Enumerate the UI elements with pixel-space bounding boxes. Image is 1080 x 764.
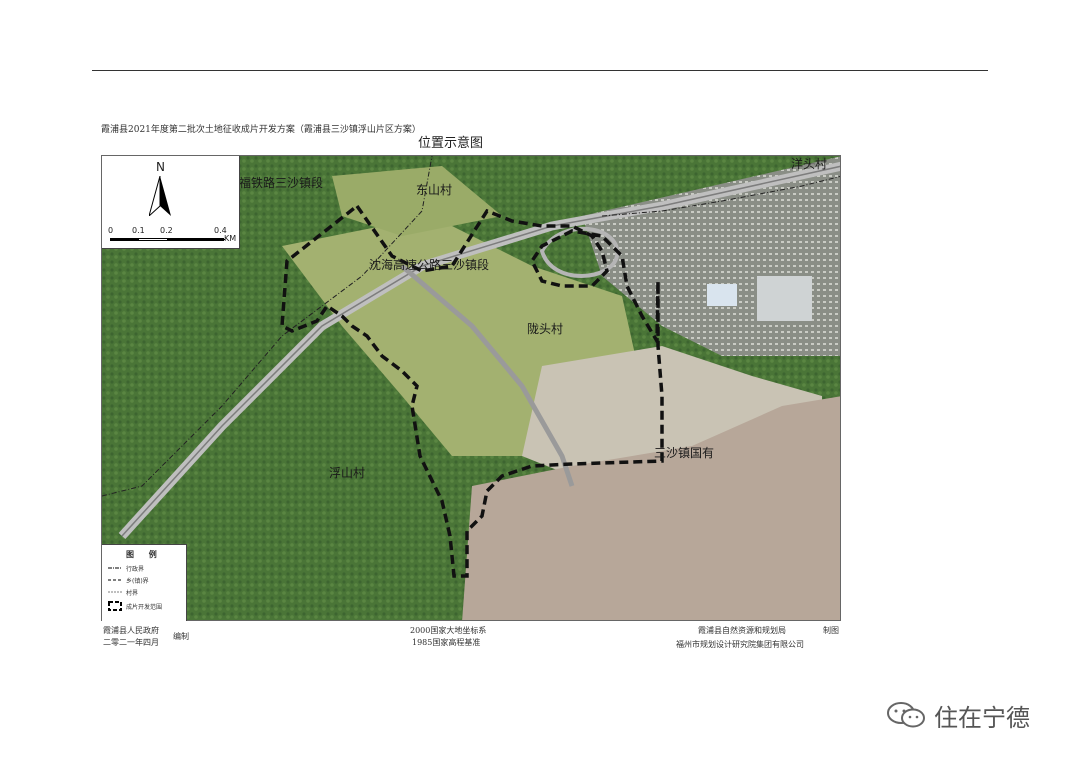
watermark: 住在宁德 [886,700,1030,732]
label-sansha-state: 三沙镇国有 [654,446,714,460]
scale-unit: KM [224,234,237,243]
thin-dash-line-icon [108,591,122,593]
legend-item: 成片开发范围 [108,601,162,611]
label-yangtou: 洋头村 [791,156,827,171]
label-rail: 福铁路三沙镇段 [239,175,323,190]
document-header: 霞浦县2021年度第二批次土地征收成片开发方案（霞浦县三沙镇浮山片区方案） [101,125,421,135]
dash-dot-line-icon [108,567,122,569]
tick-1: 0.1 [132,226,145,235]
north-arrow-icon [149,176,171,216]
wechat-icon [887,702,925,728]
boundary-box-icon [108,601,122,611]
legend-item: 乡(镇)界 [108,575,149,585]
legend-item: 行政界 [108,563,144,573]
building-blue-roof [707,284,737,306]
compass-scale-box: N 0 0.1 0.2 0.4 KM [102,156,240,249]
footer-right-line2: 福州市规划设计研究院集团有限公司 [676,640,804,649]
legend-title: 图 例 [126,550,163,559]
label-dongshan: 东山村 [416,183,452,197]
label-longtou: 陇头村 [527,321,563,336]
building-block [757,276,812,321]
footer-right-suffix: 制图 [823,626,839,635]
map-legend: 图 例 行政界 乡(镇)界 村界 成片开发范围 [102,544,187,621]
footer-left-line2: 二零二一年四月 [103,638,159,647]
footer-right-line1: 霞浦县自然资源和规划局 [698,626,786,635]
top-divider [92,70,988,71]
tick-2: 0.2 [160,226,173,235]
footer-center-line1: 2000国家大地坐标系 [410,626,487,635]
footer-left-line1: 霞浦县人民政府 [103,626,159,635]
north-label: N [156,160,165,174]
footer-left-suffix: 编制 [173,632,189,641]
watermark-text: 住在宁德 [934,703,1030,732]
scale-bar [110,238,225,241]
legend-item: 村界 [108,587,138,597]
label-fushan: 浮山村 [329,466,365,480]
label-highway: 沈海高速公路三沙镇段 [369,257,489,272]
map-title: 位置示意图 [418,136,484,151]
tick-0: 0 [108,226,114,235]
dash-line-icon [108,579,122,581]
footer-center-line2: 1985国家高程基准 [412,638,481,647]
